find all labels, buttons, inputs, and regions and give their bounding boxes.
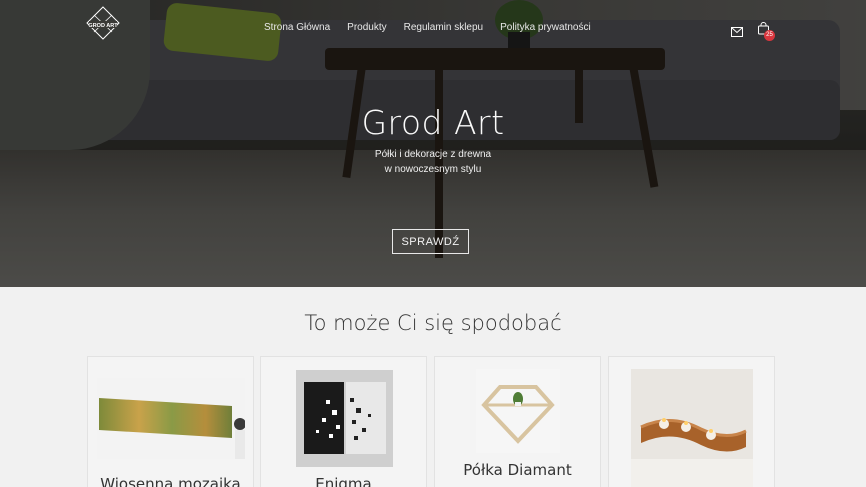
product-image[interactable]	[97, 378, 246, 459]
nav-item-terms[interactable]: Regulamin sklepu	[404, 22, 484, 33]
product-name[interactable]: Półka Diamant	[435, 461, 600, 479]
hero-subtitle-line2: w nowoczesnym stylu	[384, 164, 482, 175]
logo[interactable]: GROD ART	[86, 6, 120, 50]
nav-item-products[interactable]: Produkty	[347, 22, 386, 33]
product-name[interactable]: Enigma	[261, 475, 426, 487]
product-card[interactable]	[608, 356, 775, 487]
logo-icon: GROD ART	[86, 6, 120, 40]
product-image[interactable]	[631, 369, 753, 487]
cta-button[interactable]: SPRAWDŹ	[392, 229, 469, 254]
product-image[interactable]	[296, 370, 393, 467]
product-card[interactable]: Wiosenna mozaika	[87, 356, 254, 487]
product-card[interactable]: Półka Diamant	[434, 356, 601, 487]
main-nav: Strona Główna Produkty Regulamin sklepu …	[264, 22, 591, 33]
product-name[interactable]: Wiosenna mozaika	[88, 475, 253, 487]
nav-item-home[interactable]: Strona Główna	[264, 22, 330, 33]
section-title: To może Ci się spodobać	[304, 311, 562, 335]
cart-count-badge: 25	[764, 30, 775, 41]
product-card[interactable]: Enigma	[260, 356, 427, 487]
hero-title: Grod Art	[361, 103, 505, 142]
mail-icon[interactable]	[731, 24, 743, 37]
logo-text: GROD ART	[88, 23, 118, 29]
nav-item-privacy[interactable]: Polityka prywatności	[500, 22, 591, 33]
product-image[interactable]	[476, 369, 560, 453]
hero-subtitle-line1: Półki i dekoracje z drewna	[374, 149, 492, 160]
